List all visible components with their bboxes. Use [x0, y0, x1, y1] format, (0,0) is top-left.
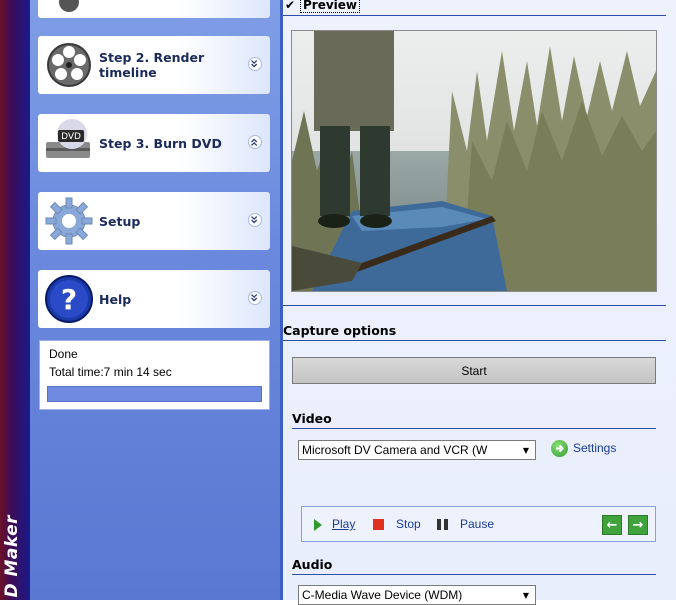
separator	[292, 574, 656, 575]
video-device-select[interactable]: Microsoft DV Camera and VCR (W ▼	[298, 440, 536, 460]
dropdown-arrow-icon[interactable]: ▼	[518, 442, 534, 458]
next-arrow-icon[interactable]: →	[628, 515, 648, 535]
previous-arrow-icon[interactable]: ←	[602, 515, 622, 535]
play-button[interactable]: Play	[332, 517, 355, 531]
separator	[283, 305, 666, 306]
preview-checkbox[interactable]: ✔	[285, 0, 295, 12]
step-card-burn[interactable]: DVD Step 3. Burn DVD	[38, 114, 270, 172]
step-card-capture[interactable]	[38, 0, 270, 18]
app-brand-text: D Maker	[2, 515, 22, 598]
film-reel-icon	[47, 43, 91, 87]
video-device-value: Microsoft DV Camera and VCR (W	[302, 443, 488, 457]
video-settings-link[interactable]: Settings	[573, 441, 616, 455]
svg-text:DVD: DVD	[61, 132, 81, 142]
chevron-up-icon[interactable]	[248, 135, 262, 149]
video-preview	[291, 30, 657, 292]
progress-bar	[47, 386, 262, 402]
step-card-render[interactable]: Step 2. Render timeline	[38, 36, 270, 94]
stop-button[interactable]: Stop	[396, 517, 421, 531]
separator	[283, 340, 666, 341]
play-icon[interactable]	[312, 518, 324, 532]
preview-header: ✔ Preview	[283, 0, 666, 16]
step-label: Step 3. Burn DVD	[99, 135, 222, 151]
capture-panel: ✔ Preview Capture options Start Video Mi…	[283, 0, 676, 605]
pause-icon[interactable]	[436, 518, 450, 531]
brand-strip: D Maker	[0, 0, 30, 600]
stop-icon[interactable]	[372, 518, 385, 531]
step-label: Help	[99, 291, 132, 307]
video-section-title: Video	[292, 411, 332, 426]
status-panel: Done Total time:7 min 14 sec	[39, 340, 270, 410]
capture-options-title: Capture options	[283, 323, 397, 338]
preview-label: Preview	[300, 0, 361, 13]
svg-text:?: ?	[61, 283, 77, 316]
chevron-down-icon[interactable]	[248, 213, 262, 227]
camera-icon	[59, 0, 79, 12]
task-panel: Step 2. Render timeline DVD Step 3. Burn…	[30, 0, 280, 600]
audio-device-select[interactable]: C-Media Wave Device (WDM) ▼	[298, 585, 536, 605]
chevron-down-icon[interactable]	[248, 291, 262, 305]
pause-button[interactable]: Pause	[460, 517, 494, 531]
step-label: Setup	[99, 213, 141, 229]
transport-controls: Play Stop Pause ← →	[301, 506, 656, 542]
start-button[interactable]: Start	[292, 357, 656, 384]
gear-icon	[45, 197, 93, 245]
step-label: Step 2. Render timeline	[99, 50, 205, 80]
dvd-drive-icon: DVD	[46, 119, 90, 158]
step-card-help[interactable]: ? Help	[38, 270, 270, 328]
help-icon: ?	[45, 275, 93, 323]
status-text: Done	[49, 347, 78, 361]
step-card-setup[interactable]: Setup	[38, 192, 270, 250]
audio-section-title: Audio	[292, 557, 333, 572]
chevron-down-icon[interactable]	[248, 57, 262, 71]
settings-arrow-icon[interactable]	[551, 440, 568, 457]
dropdown-arrow-icon[interactable]: ▼	[518, 587, 534, 603]
preview-image	[292, 31, 656, 291]
total-time-text: Total time:7 min 14 sec	[49, 365, 172, 379]
separator	[292, 428, 656, 429]
